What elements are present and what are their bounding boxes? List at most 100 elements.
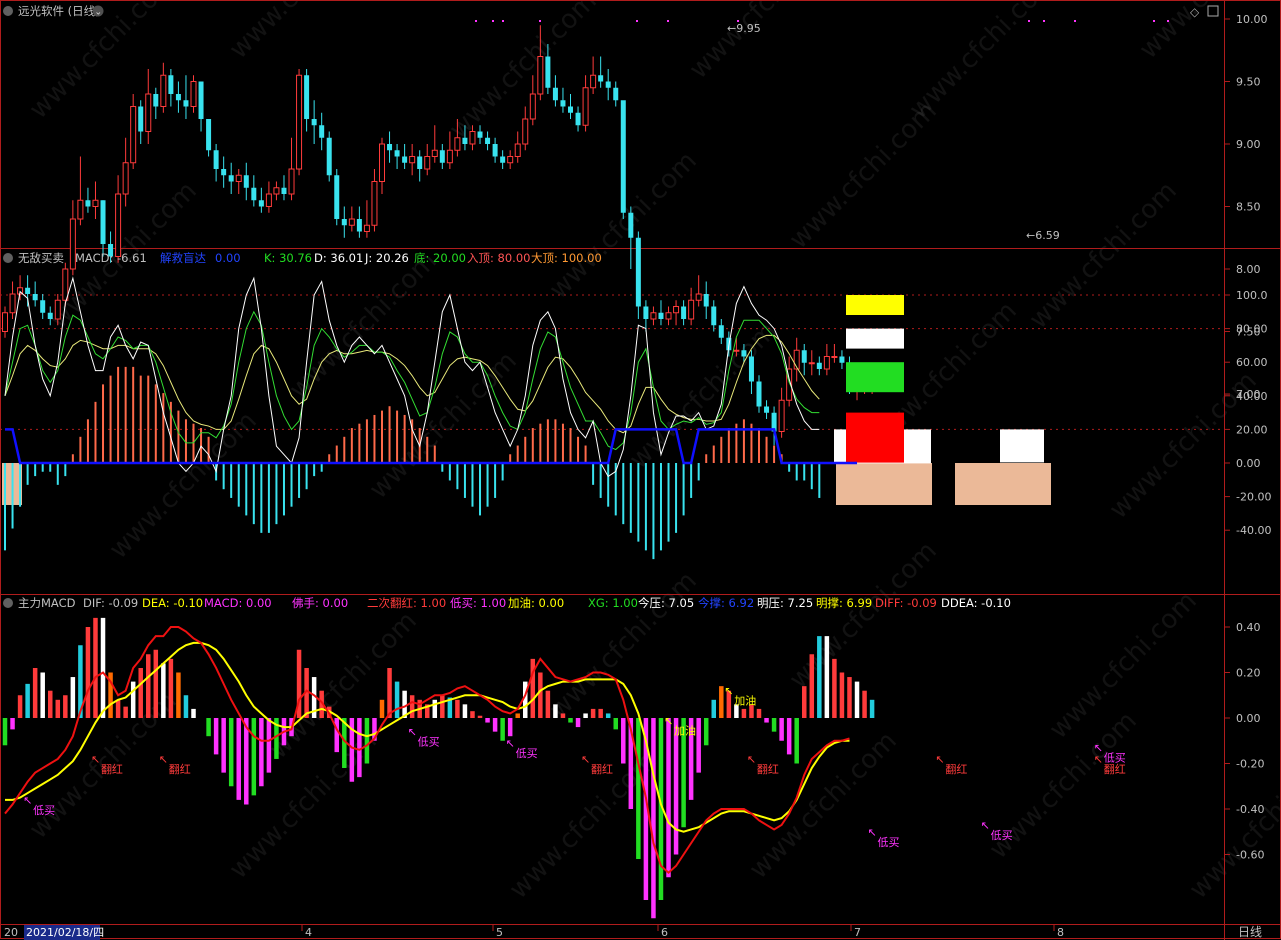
- chevron-down-icon: ⌄: [95, 8, 103, 18]
- collapse-icon[interactable]: [3, 6, 13, 16]
- candle-body: [703, 294, 709, 307]
- candle-body: [711, 306, 717, 326]
- month-tick-label: 4: [305, 926, 312, 939]
- price-tick-label: 8.50: [1236, 201, 1261, 214]
- tan-box: [836, 463, 932, 505]
- candle-body: [258, 200, 264, 207]
- candle-body: [628, 212, 634, 238]
- candle-body: [793, 349, 800, 370]
- candle-body: [273, 187, 280, 195]
- candle-body: [130, 106, 137, 164]
- candle-body: [431, 149, 438, 157]
- candle-body: [387, 144, 393, 151]
- mingya-value: 明压: 7.25: [757, 596, 813, 610]
- candle-body: [221, 169, 227, 176]
- candle-body: [9, 293, 16, 314]
- candle-body: [454, 137, 461, 151]
- candle-body: [160, 74, 167, 107]
- candle-body: [590, 74, 597, 89]
- annotation-arrow: ↖: [868, 826, 877, 839]
- low-label: ←6.59: [1026, 229, 1060, 242]
- annotation-arrow: ↖: [724, 685, 733, 698]
- month-tick-label: 8: [1057, 926, 1064, 939]
- jiayou-value: 加油: 0.00: [508, 596, 564, 610]
- price-tick-label: 9.50: [1236, 76, 1261, 89]
- candle-body: [288, 168, 295, 195]
- annotation-arrow: ↖: [23, 794, 32, 807]
- signal-dot: [1074, 20, 1076, 22]
- annotation-arrow: ↖: [981, 819, 990, 832]
- annotation-arrow: ↖: [1094, 753, 1103, 766]
- mingcheng-value: 明撑: 6.99: [816, 596, 872, 610]
- collapse-icon[interactable]: [3, 598, 13, 608]
- candle-body: [620, 100, 626, 213]
- annotation-label: 加油: [674, 723, 696, 737]
- indicator-name: 主力MACD: [18, 596, 76, 610]
- signal-dot: [1153, 20, 1155, 22]
- candle-body: [115, 193, 122, 257]
- month-tick-label: 5: [496, 926, 503, 939]
- dimai-value: 低买: 1.00: [450, 596, 506, 610]
- trap-label: 解救盲达: [160, 251, 206, 265]
- j-value: J: 20.26: [364, 251, 409, 265]
- candle-body: [831, 356, 838, 358]
- candle-body: [304, 75, 310, 119]
- candle-body: [168, 75, 174, 94]
- candle-body: [402, 156, 408, 163]
- kdj-tick-label: 100.0: [1236, 289, 1268, 302]
- macd-tick-label: 0.40: [1236, 621, 1261, 634]
- annotation-label: 翻红: [169, 762, 191, 776]
- foshou-value: 佛手: 0.00: [292, 596, 348, 610]
- candle-body: [424, 156, 431, 170]
- candle-body: [778, 399, 785, 432]
- annotation-label: 低买: [33, 804, 55, 817]
- candle-body: [552, 87, 558, 101]
- trap-value: 0.00: [215, 251, 241, 265]
- macd-tick-label: -0.40: [1236, 803, 1264, 816]
- cursor-date: 2021/02/18/四: [26, 926, 104, 939]
- macd-tick-label: -0.60: [1236, 849, 1264, 862]
- candle-body: [341, 219, 347, 226]
- period-label: 日线: [1238, 925, 1262, 939]
- candle-body: [153, 94, 159, 107]
- annotation-arrow: ↖: [935, 753, 944, 766]
- candle-body: [514, 143, 521, 157]
- candle-body: [733, 349, 740, 352]
- candle-body: [175, 94, 181, 101]
- candle-body: [658, 312, 664, 319]
- jincheng-value: 今撑: 6.92: [698, 596, 754, 610]
- candle-body: [54, 299, 61, 320]
- candle-body: [575, 112, 581, 126]
- kdj-tick-label: 80.00: [1236, 323, 1268, 336]
- candle-body: [100, 200, 106, 244]
- candle-body: [522, 118, 529, 145]
- candle-body: [568, 106, 573, 113]
- annotation-arrow: ↖: [408, 726, 417, 739]
- month-tick-label: 6: [661, 926, 668, 939]
- candle-body: [138, 106, 144, 132]
- candle-body: [613, 87, 619, 101]
- white-box: [1000, 429, 1044, 463]
- candle-body: [748, 356, 754, 382]
- candle-body: [823, 356, 830, 370]
- candle-body: [77, 199, 84, 220]
- ddea-value: DDEA: -0.10: [941, 596, 1011, 610]
- annotation-arrow: ↖: [506, 737, 515, 750]
- candle-body: [681, 306, 687, 319]
- candle-body: [213, 150, 219, 169]
- tan-box: [955, 463, 1051, 505]
- diamond-icon[interactable]: ◇: [1190, 5, 1200, 19]
- candle-body: [605, 81, 611, 88]
- white-box: [846, 328, 904, 349]
- annotation-label: 低买: [418, 736, 440, 749]
- signal-dot: [636, 20, 638, 22]
- collapse-icon[interactable]: [3, 253, 13, 263]
- candle-body: [371, 181, 378, 226]
- candle-body: [469, 131, 476, 145]
- bottom-value: 底: 20.00: [414, 251, 466, 265]
- candle-body: [190, 81, 197, 107]
- price-tick-label: 8.00: [1236, 263, 1261, 276]
- candle-body: [764, 406, 770, 413]
- candle-body: [507, 156, 514, 164]
- xg-value: XG: 1.00: [588, 596, 638, 610]
